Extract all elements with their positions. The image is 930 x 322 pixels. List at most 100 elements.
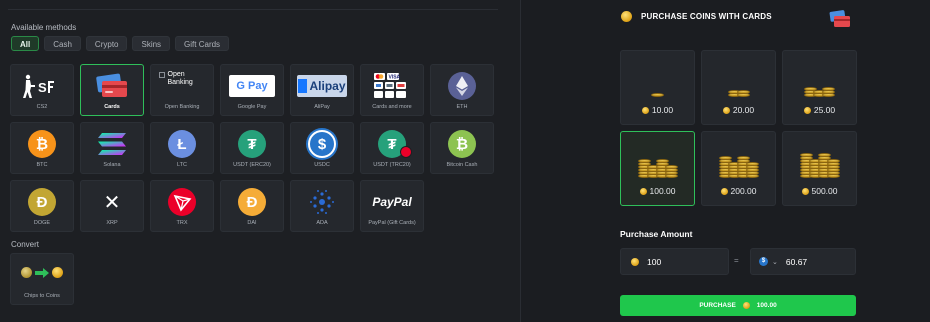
open-banking-alt-text: Open Banking	[167, 71, 193, 86]
filter-crypto[interactable]: Crypto	[85, 36, 128, 51]
method-tile-btc[interactable]: ₿ BTC	[10, 122, 74, 174]
method-tile-ada[interactable]: ADA	[290, 180, 354, 232]
currency-amount-value: 60.67	[785, 256, 808, 267]
paypal-wordmark: PayPal	[372, 195, 412, 209]
method-label-bitcoin-cash: Bitcoin Cash	[446, 162, 478, 168]
coin-pack-amount: 10.00	[621, 105, 694, 115]
purchase-button-amount: 100.00	[756, 302, 777, 309]
tron-icon	[168, 188, 196, 216]
method-tile-open-banking[interactable]: Open Banking Open Banking	[150, 64, 214, 116]
method-tile-trx[interactable]: TRX	[150, 180, 214, 232]
purchase-title: PURCHASE COINS WITH CARDS	[641, 12, 772, 21]
method-label-cards-and-more: Cards and more	[372, 104, 412, 110]
coin-icon	[742, 302, 750, 309]
litecoin-icon: Ł	[168, 130, 196, 158]
coin-disc	[822, 93, 835, 97]
xrp-glyph: ✕	[103, 191, 121, 214]
coin-stack-column	[736, 90, 750, 97]
pack-amount-text: 25.00	[813, 105, 836, 115]
method-label-dai: DAI	[247, 220, 257, 226]
method-label-paypal: PayPal (Gift Cards)	[368, 220, 416, 226]
method-tile-cs2[interactable]: S CS2	[10, 64, 74, 116]
coin-disc	[826, 174, 840, 178]
method-tile-cards-and-more[interactable]: VISA Cards and more	[360, 64, 424, 116]
method-tile-dai[interactable]: Đ DAI	[220, 180, 284, 232]
method-tile-usdt-erc20[interactable]: ₮ USDT (ERC20)	[220, 122, 284, 174]
method-label-open-banking: Open Banking	[164, 104, 200, 110]
filter-gift-cards[interactable]: Gift Cards	[175, 36, 230, 51]
coin-pack-20[interactable]: 20.00	[701, 50, 776, 125]
method-label-cards: Cards	[104, 104, 120, 110]
chips-to-coins-icon	[11, 267, 73, 278]
coin-pack-amount: 25.00	[783, 105, 856, 115]
alipay-text: Alipay	[309, 79, 346, 93]
method-tile-ltc[interactable]: Ł LTC	[150, 122, 214, 174]
method-tile-doge[interactable]: Ð DOGE	[10, 180, 74, 232]
convert-chips-to-coins-tile[interactable]: Chips to Coins	[10, 253, 74, 305]
coin-stack-column	[651, 93, 664, 97]
coin-pack-10[interactable]: 10.00	[620, 50, 695, 125]
pack-amount-text: 20.00	[732, 105, 755, 115]
method-tile-usdt-trc20[interactable]: ₮ USDT (TRC20)	[360, 122, 424, 174]
purchase-button[interactable]: PURCHASE 100.00	[620, 295, 856, 316]
method-label-usdt-trc20: USDT (TRC20)	[373, 162, 411, 168]
coin-pack-amount: 100.00	[621, 186, 694, 196]
coin-amount-input[interactable]: 100	[620, 248, 729, 275]
coin-pack-200[interactable]: 200.00	[701, 131, 776, 206]
method-label-usdt-erc20: USDT (ERC20)	[233, 162, 271, 168]
method-tile-cards[interactable]: Cards	[80, 64, 144, 116]
purchase-button-label: PURCHASE	[699, 302, 736, 309]
coin-pack-100[interactable]: 100.00	[620, 131, 695, 206]
bitcoin-cash-icon: ₿	[448, 130, 476, 158]
coin-pack-500[interactable]: 500.00	[782, 131, 857, 206]
method-label-cs2: CS2	[36, 104, 48, 110]
method-tile-bitcoin-cash[interactable]: ₿ Bitcoin Cash	[430, 122, 494, 174]
available-methods-title: Available methods	[11, 23, 77, 32]
filter-cash[interactable]: Cash	[44, 36, 81, 51]
coin-stack-column	[826, 159, 840, 178]
bch-glyph: ₿	[448, 130, 476, 158]
solana-icon	[96, 130, 128, 158]
payment-methods-panel: Available methods All Cash Crypto Skins …	[0, 0, 520, 322]
coin-stack-icon	[702, 146, 775, 178]
filter-all[interactable]: All	[11, 36, 40, 51]
pack-amount-text: 10.00	[651, 105, 674, 115]
coin-icon	[631, 257, 639, 266]
xrp-icon: ✕	[98, 188, 126, 216]
btc-glyph: ₿	[28, 130, 56, 158]
filter-skins[interactable]: Skins	[132, 36, 171, 51]
method-tile-eth[interactable]: ETH	[430, 64, 494, 116]
method-tile-xrp[interactable]: ✕ XRP	[80, 180, 144, 232]
open-banking-broken-image-icon: Open Banking	[158, 71, 206, 99]
method-tile-paypal[interactable]: PayPal PayPal (Gift Cards)	[360, 180, 424, 232]
coin-stack-icon	[621, 146, 694, 178]
method-tile-google-pay[interactable]: G Pay Google Pay	[220, 64, 284, 116]
pack-amount-text: 500.00	[811, 186, 838, 196]
coin-pack-25[interactable]: 25.00	[782, 50, 857, 125]
method-label-eth: ETH	[456, 104, 468, 110]
coin-pack-amount: 200.00	[702, 186, 775, 196]
method-tile-alipay[interactable]: Alipay AliPay	[290, 64, 354, 116]
google-pay-icon: G Pay	[229, 72, 275, 100]
dai-glyph: Đ	[238, 188, 266, 216]
usdc-currency-icon[interactable]: $	[759, 257, 768, 266]
pack-amount-text: 100.00	[649, 186, 676, 196]
usdc-glyph: $	[308, 130, 336, 158]
coin-stack-column	[822, 87, 835, 97]
currency-amount-input[interactable]: $ ⌄ 60.67	[750, 248, 856, 275]
method-tile-usdc[interactable]: $ USDC	[290, 122, 354, 174]
coin-stack-icon	[621, 65, 694, 97]
chevron-down-icon[interactable]: ⌄	[772, 258, 778, 266]
alipay-icon: Alipay	[297, 72, 347, 100]
equals-sign: =	[734, 256, 739, 265]
gpay-text: G Pay	[236, 80, 268, 92]
coin-disc	[736, 93, 750, 97]
coin-packs-grid: 10.00 20.00 25.00 100.00 200.00 500.00	[620, 50, 857, 206]
purchase-panel: PURCHASE COINS WITH CARDS 10.00 20.00 25…	[521, 0, 930, 322]
method-label-ada: ADA	[316, 220, 328, 226]
method-tile-solana[interactable]: Solana	[80, 122, 144, 174]
coin-disc	[745, 174, 759, 178]
method-label-ltc: LTC	[177, 162, 187, 168]
cardano-icon	[308, 188, 336, 216]
method-label-trx: TRX	[176, 220, 188, 226]
